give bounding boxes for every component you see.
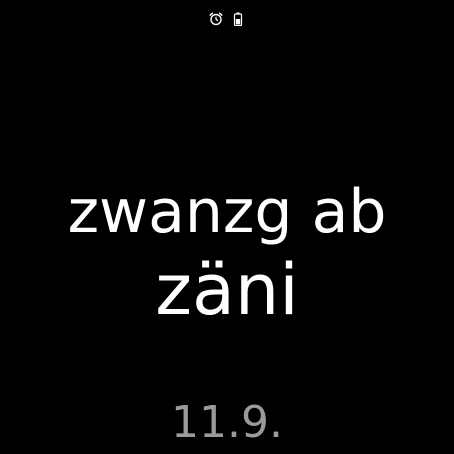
date-text: 11.9. bbox=[171, 397, 283, 448]
status-bar bbox=[0, 10, 454, 28]
battery-icon bbox=[231, 12, 245, 26]
alarm-clock-icon bbox=[209, 12, 223, 26]
time-text-line-1: zwanzg ab bbox=[67, 177, 387, 247]
time-text-line-2: zäni bbox=[155, 249, 299, 331]
